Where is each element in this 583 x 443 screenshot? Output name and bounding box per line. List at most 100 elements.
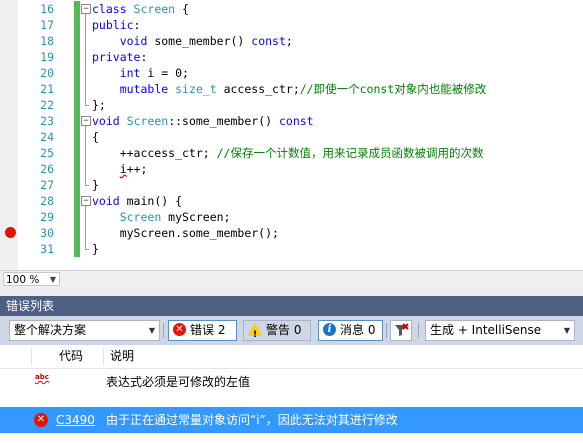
filter-toggle-button[interactable] [390, 320, 412, 341]
scope-dropdown[interactable]: 整个解决方案 ▼ [9, 320, 160, 341]
zoom-dropdown[interactable]: 100 % ▼ [3, 272, 60, 286]
code-token: myScreen.some_member(); [92, 226, 279, 240]
chevron-down-icon: ▼ [563, 326, 570, 335]
grid-header: 代码 说明 [0, 345, 583, 369]
column-header-code[interactable]: 代码 [59, 345, 83, 368]
build-source-dropdown[interactable]: 生成 + IntelliSense ▼ [425, 320, 575, 341]
code-token: public [92, 18, 134, 32]
error-description: 由于正在通过常量对象访问“i”，因此无法对其进行修改 [106, 413, 398, 427]
column-divider[interactable] [31, 348, 32, 365]
line-number: 18 [40, 34, 54, 48]
code-token: mutable [119, 82, 169, 96]
code-line[interactable]: 24 { [0, 129, 583, 145]
code-token: ::some_member() [168, 114, 279, 128]
code-text[interactable]: i++; [92, 161, 148, 177]
column-divider[interactable] [103, 348, 104, 365]
warnings-filter-button[interactable]: ! 警告 0 [243, 320, 311, 341]
breakpoint-icon[interactable] [5, 227, 16, 238]
code-text[interactable]: { [92, 129, 99, 145]
code-token: //保存一个计数值，用来记录成员函数被调用的次数 [216, 146, 484, 160]
code-text[interactable]: } [92, 177, 99, 193]
code-text[interactable]: }; [92, 97, 106, 113]
column-header-description[interactable]: 说明 [110, 345, 134, 368]
code-token: i [119, 162, 127, 176]
error-row[interactable]: ✕ C3490 由于正在通过常量对象访问“i”，因此无法对其进行修改 [0, 407, 583, 433]
code-text[interactable]: mutable size_t access_ctr;//即使一个const对象内… [92, 81, 487, 97]
code-text[interactable]: } [92, 241, 99, 257]
code-line[interactable]: 20 int i = 0; [0, 65, 583, 81]
fold-guide [85, 206, 86, 249]
change-marker [74, 1, 80, 17]
code-token: access_ctr; [216, 82, 300, 96]
code-line[interactable]: 28 − void main() { [0, 193, 583, 209]
chevron-down-icon: ▼ [49, 275, 56, 284]
code-text[interactable]: void Screen::some_member() const [92, 113, 314, 129]
code-token: { [175, 2, 189, 16]
error-icon: ✕ [173, 323, 186, 336]
line-number: 23 [40, 114, 54, 128]
line-number: 19 [40, 50, 54, 64]
line-number: 22 [40, 98, 54, 112]
panel-splitter[interactable] [0, 287, 583, 296]
change-marker [74, 97, 80, 113]
code-line[interactable]: 29 Screen myScreen; [0, 209, 583, 225]
code-token: } [92, 242, 99, 256]
collapse-icon[interactable]: − [81, 4, 91, 14]
fold-guide [85, 126, 86, 185]
code-line[interactable]: 19 private: [0, 49, 583, 65]
error-list-title[interactable]: 错误列表 [0, 296, 583, 316]
change-marker [74, 209, 80, 225]
chevron-down-icon: ▼ [148, 326, 155, 335]
fold-guide [85, 14, 86, 105]
code-text[interactable]: ++access_ctr; //保存一个计数值，用来记录成员函数被调用的次数 [92, 145, 484, 161]
messages-filter-button[interactable]: i 消息 0 [318, 320, 383, 341]
collapse-icon[interactable]: − [81, 116, 91, 126]
change-marker [74, 113, 80, 129]
code-token: void [92, 194, 120, 208]
line-number: 28 [40, 194, 54, 208]
code-text[interactable]: public: [92, 17, 140, 33]
code-line[interactable]: 21 mutable size_t access_ctr;//即使一个const… [0, 81, 583, 97]
code-line[interactable]: 16 − class Screen { [0, 1, 583, 17]
code-text[interactable]: myScreen.some_member(); [92, 225, 279, 241]
line-number: 29 [40, 210, 54, 224]
code-text[interactable]: void main() { [92, 193, 182, 209]
filter-icon [395, 323, 409, 336]
code-text[interactable]: class Screen { [92, 1, 189, 17]
code-text[interactable]: private: [92, 49, 147, 65]
change-marker [74, 241, 80, 257]
code-line[interactable]: 18 void some_member() const; [0, 33, 583, 49]
change-marker [74, 177, 80, 193]
code-line[interactable]: 23 − void Screen::some_member() const [0, 113, 583, 129]
code-text[interactable]: Screen myScreen; [92, 209, 231, 225]
code-line[interactable]: 26 i++; [0, 161, 583, 177]
code-token: const [278, 114, 314, 128]
fold-guide-end [85, 185, 89, 186]
code-text[interactable]: void some_member() const; [92, 33, 293, 49]
code-line[interactable]: 25 ++access_ctr; //保存一个计数值，用来记录成员函数被调用的次… [0, 145, 583, 161]
code-editor[interactable]: 16− class Screen {17 public: 18 void some_m… [0, 0, 583, 270]
warning-icon: ! [248, 323, 262, 340]
line-number: 25 [40, 146, 54, 160]
errors-label: 错误 2 [190, 323, 226, 337]
messages-label: 消息 0 [340, 323, 376, 337]
change-marker [74, 17, 80, 33]
collapse-icon[interactable]: − [81, 196, 91, 206]
code-token: main() { [119, 194, 183, 208]
code-token: ++; [126, 162, 148, 176]
code-text[interactable]: int i = 0; [92, 65, 189, 81]
code-line[interactable]: 17 public: [0, 17, 583, 33]
toolbar-separator [163, 323, 164, 338]
error-code-link[interactable]: C3490 [56, 407, 95, 433]
editor-status-bar: 100 % ▼ [0, 270, 583, 288]
code-token: Screen [119, 210, 162, 224]
error-description: 表达式必须是可修改的左值 [106, 375, 251, 389]
line-number: 31 [40, 242, 54, 256]
errors-filter-button[interactable]: ✕ 错误 2 [168, 320, 237, 341]
error-row[interactable]: abc 表达式必须是可修改的左值 [0, 369, 583, 395]
code-line[interactable]: 30 myScreen.some_member(); [0, 225, 583, 241]
